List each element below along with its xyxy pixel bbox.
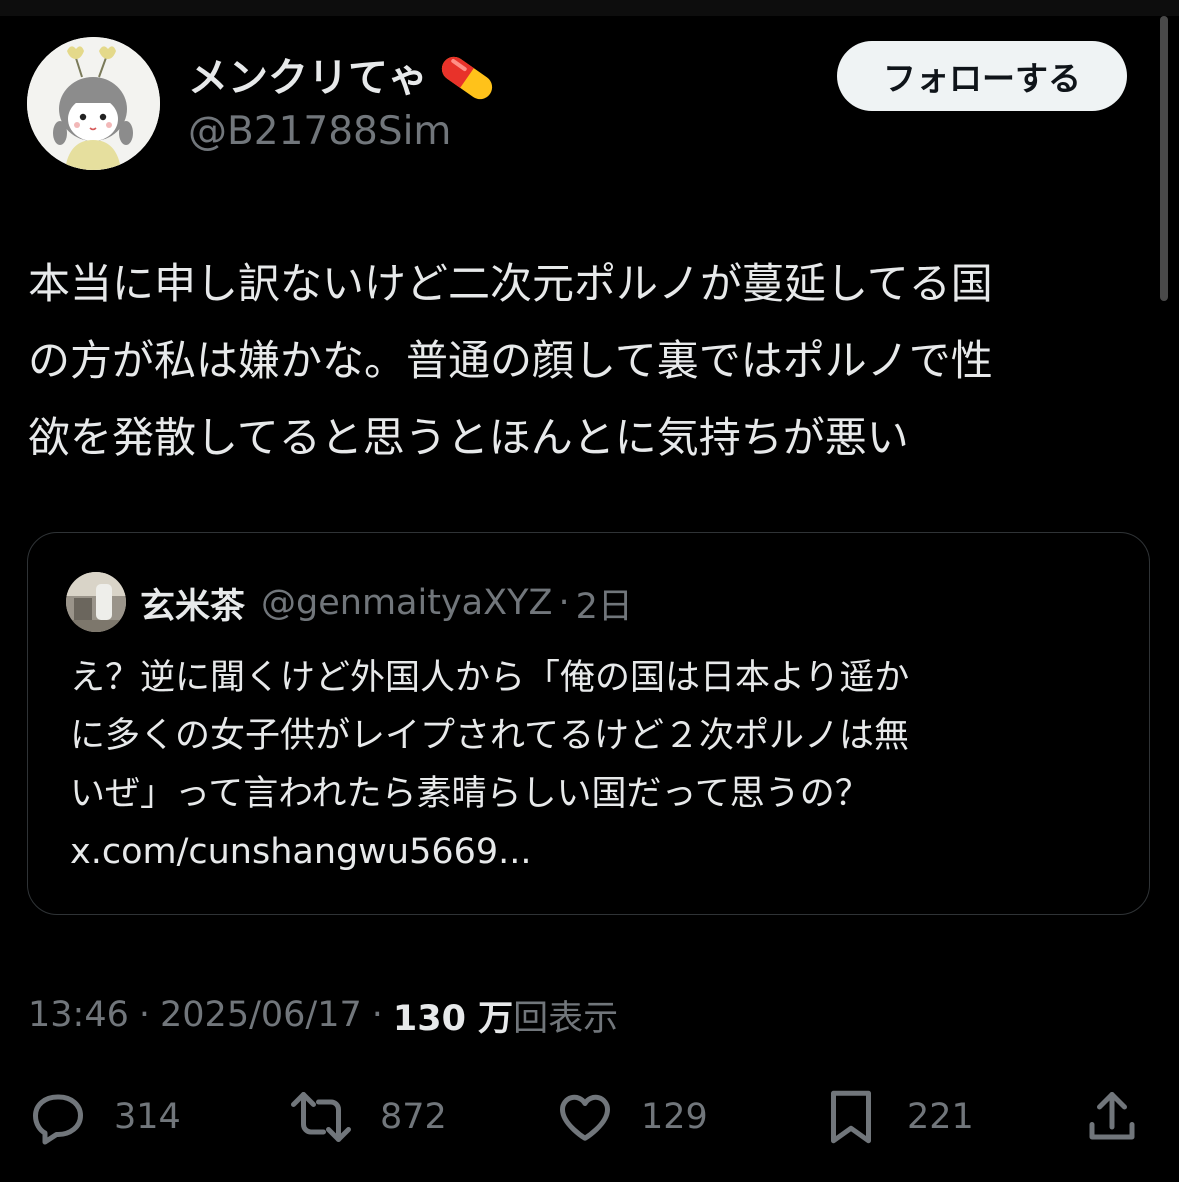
quoted-post-card[interactable]: 玄米茶 @genmaityaXYZ · 2日 え？逆に聞くけど外国人から「俺の国… <box>27 532 1150 915</box>
like-button[interactable]: 129 <box>555 1087 708 1147</box>
follow-button[interactable]: フォローする <box>837 41 1127 111</box>
status-strip <box>0 0 1179 16</box>
bookmark-count: 221 <box>907 1097 974 1137</box>
bookmark-button[interactable]: 221 <box>821 1087 974 1147</box>
reply-button[interactable]: 314 <box>28 1087 181 1147</box>
author-handle[interactable]: @B21788Sim <box>188 108 451 156</box>
quoted-post-text: え？逆に聞くけど外国人から「俺の国は日本より遥か に多くの女子供がレイプされてる… <box>70 649 1130 881</box>
quoted-text-line: いぜ」って言われたら素晴らしい国だって思うの？ <box>70 774 870 814</box>
share-icon <box>1089 1092 1135 1140</box>
quoted-author-avatar[interactable] <box>66 572 126 632</box>
quoted-text-line: に多くの女子供がレイプされてるけど２次ポルノは無 <box>70 716 909 756</box>
views-count[interactable]: 130 万 <box>393 990 513 1041</box>
post-text: 本当に申し訳ないけど二次元ポルノが蔓延してる国 の方が私は嫌かな。普通の顔して裏… <box>28 245 1138 476</box>
quoted-post-time: 2日 <box>575 586 633 627</box>
post-date[interactable]: 2025/06/17 <box>160 995 362 1035</box>
quoted-author-name[interactable]: 玄米茶 <box>140 578 245 629</box>
quoted-text-line: え？逆に聞くけど外国人から「俺の国は日本より遥か <box>70 658 910 698</box>
post-meta: 13:46 · 2025/06/17 · 130 万 回表示 <box>28 990 618 1040</box>
author-avatar[interactable] <box>27 37 160 170</box>
post-time[interactable]: 13:46 <box>28 995 129 1035</box>
separator-dot: · <box>558 583 570 623</box>
views-label: 回表示 <box>513 998 619 1039</box>
like-count: 129 <box>641 1097 708 1137</box>
post-text-line: 本当に申し訳ないけど二次元ポルノが蔓延してる国 <box>28 259 993 308</box>
post-text-line: の方が私は嫌かな。普通の顔して裏ではポルノで性 <box>28 336 993 385</box>
quoted-post-header: 玄米茶 @genmaityaXYZ · 2日 <box>140 575 633 631</box>
avatar-illustration-icon <box>27 37 160 170</box>
quoted-post-link[interactable]: x.com/cunshangwu5669... <box>70 823 1130 881</box>
separator-dot: · <box>371 995 383 1035</box>
reply-icon <box>33 1094 83 1145</box>
repost-count: 872 <box>380 1097 447 1137</box>
repost-icon <box>291 1092 351 1142</box>
heart-icon <box>559 1094 611 1141</box>
separator-dot: · <box>138 995 151 1035</box>
share-button[interactable] <box>1082 1087 1142 1147</box>
post-text-line: 欲を発散してると思うとほんとに気持ちが悪い <box>28 413 909 462</box>
author-display-name[interactable]: メンクリてゃ <box>188 58 428 98</box>
quoted-author-handle[interactable]: @genmaityaXYZ <box>261 583 552 623</box>
author-name-row[interactable]: メンクリてゃ <box>188 48 500 108</box>
pill-icon <box>434 51 500 105</box>
scrollbar[interactable] <box>1160 16 1168 301</box>
bookmark-icon <box>831 1090 871 1144</box>
reply-count: 314 <box>114 1097 181 1137</box>
repost-button[interactable]: 872 <box>288 1087 447 1147</box>
quoted-avatar-photo-icon <box>66 572 126 632</box>
